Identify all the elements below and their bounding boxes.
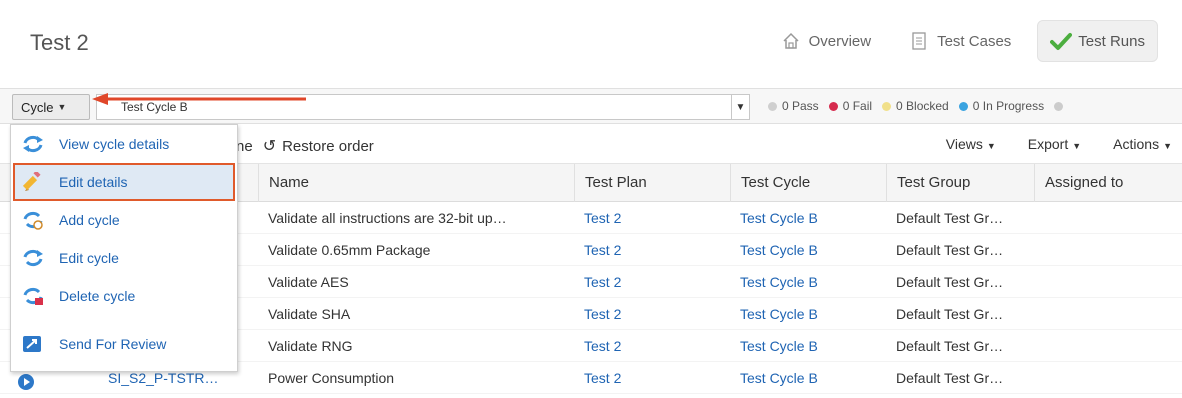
- cell-test-cycle[interactable]: Test Cycle B: [730, 330, 880, 362]
- cell-test-plan[interactable]: Test 2: [574, 330, 724, 362]
- menu-item-label: View cycle details: [59, 136, 170, 152]
- tab-overview[interactable]: Overview: [769, 20, 884, 62]
- status-fail: 0 Fail: [842, 99, 873, 113]
- fail-dot-icon: [828, 101, 838, 111]
- cell-test-plan[interactable]: Test 2: [574, 298, 724, 330]
- status-pass: 0 Pass: [782, 99, 819, 113]
- status-legend: 0 Pass 0 Fail 0 Blocked 0 In Progress: [768, 99, 1068, 113]
- menu-item-label: Delete cycle: [59, 288, 136, 304]
- view-tabs: Overview Test Cases Test Runs: [755, 18, 1158, 64]
- cell-test-group: Default Test Gr…: [896, 338, 1004, 354]
- cell-test-cycle[interactable]: Test Cycle B: [730, 202, 880, 234]
- menu-item-label: Edit cycle: [59, 250, 119, 266]
- menu-item-edit-cycle[interactable]: Edit cycle: [11, 239, 237, 277]
- status-blocked: 0 Blocked: [896, 99, 949, 113]
- cell-test-group: Default Test Gr…: [896, 242, 1004, 258]
- edit-cycle-icon: [21, 248, 45, 268]
- actions-button[interactable]: Actions ▼: [1097, 136, 1172, 152]
- menu-item-add-cycle[interactable]: Add cycle: [11, 201, 237, 239]
- cell-test-plan[interactable]: Test 2: [574, 362, 724, 394]
- column-header-name[interactable]: Name: [258, 164, 574, 202]
- more-dot-icon: [1054, 101, 1064, 111]
- toolbar-partial-text: ne: [236, 137, 253, 155]
- tab-test-runs[interactable]: Test Runs: [1037, 20, 1158, 62]
- refresh-cycle-icon: [21, 134, 45, 154]
- cell-test-group: Default Test Gr…: [896, 306, 1004, 322]
- menu-item-label: Add cycle: [59, 212, 120, 228]
- cell-test-cycle[interactable]: Test Cycle B: [730, 234, 880, 266]
- cell-name: Validate AES: [268, 274, 349, 290]
- blocked-dot-icon: [882, 101, 892, 111]
- menu-item-delete-cycle[interactable]: Delete cycle: [11, 277, 237, 315]
- cell-name: Validate SHA: [268, 306, 351, 322]
- views-button[interactable]: Views ▼: [930, 136, 996, 152]
- cell-test-plan[interactable]: Test 2: [574, 266, 724, 298]
- caret-down-icon: ▼: [986, 141, 996, 151]
- document-icon: [909, 31, 929, 51]
- tab-label: Overview: [808, 32, 872, 50]
- cell-test-plan[interactable]: Test 2: [574, 234, 724, 266]
- add-cycle-icon: [21, 210, 45, 230]
- tab-test-cases[interactable]: Test Cases: [897, 20, 1023, 62]
- cell-name: Power Consumption: [268, 370, 395, 386]
- restore-order-button[interactable]: ↺ Restore order: [263, 136, 374, 156]
- cell-name: Validate RNG: [268, 338, 353, 354]
- pencil-icon: [21, 170, 45, 192]
- chevron-down-icon[interactable]: ▼: [732, 94, 750, 120]
- send-review-icon: [21, 334, 45, 354]
- actions-label: Actions: [1113, 136, 1160, 152]
- delete-cycle-icon: [21, 286, 45, 306]
- caret-down-icon: ▼: [57, 102, 67, 112]
- menu-item-label: Send For Review: [59, 336, 167, 352]
- status-in-progress: 0 In Progress: [972, 99, 1045, 113]
- menu-item-view-cycle-details[interactable]: View cycle details: [11, 125, 237, 163]
- cycle-dropdown-button[interactable]: Cycle ▼: [12, 94, 90, 120]
- checkmark-icon: [1050, 31, 1073, 51]
- toolbar-left: ne ↺ Restore order: [236, 136, 374, 156]
- column-header-test-plan[interactable]: Test Plan: [574, 164, 730, 202]
- export-label: Export: [1027, 136, 1069, 152]
- pass-dot-icon: [768, 101, 777, 111]
- caret-down-icon: ▼: [1163, 141, 1172, 151]
- toolbar-right: Views ▼ Export ▼ Actions ▼: [914, 136, 1172, 152]
- cell-name: Validate all instructions are 32-bit up…: [268, 210, 507, 226]
- column-header-assigned-to[interactable]: Assigned to: [1034, 164, 1182, 202]
- undo-icon: ↺: [262, 138, 277, 155]
- cycle-button-label: Cycle: [21, 99, 54, 115]
- cell-test-plan[interactable]: Test 2: [574, 202, 724, 234]
- menu-item-label: Edit details: [59, 174, 128, 190]
- cell-name: Validate 0.65mm Package: [268, 242, 431, 258]
- column-header-test-cycle[interactable]: Test Cycle: [730, 164, 886, 202]
- column-header-test-group[interactable]: Test Group: [886, 164, 1034, 202]
- cell-test-cycle[interactable]: Test Cycle B: [730, 362, 880, 394]
- tab-label: Test Cases: [937, 32, 1012, 50]
- play-icon[interactable]: [18, 374, 34, 390]
- home-icon: [781, 31, 801, 51]
- cell-test-group: Default Test Gr…: [896, 210, 1004, 226]
- in-progress-dot-icon: [958, 101, 968, 111]
- page-title: Test 2: [30, 30, 89, 55]
- export-button[interactable]: Export ▼: [1012, 136, 1081, 152]
- cell-test-group: Default Test Gr…: [896, 274, 1004, 290]
- annotation-arrow: [92, 93, 306, 105]
- caret-down-icon: ▼: [1072, 141, 1082, 151]
- cycle-dropdown-menu: View cycle details Edit details Add cycl…: [10, 124, 238, 372]
- cell-test-cycle[interactable]: Test Cycle B: [730, 266, 880, 298]
- tab-label: Test Runs: [1078, 32, 1145, 50]
- cell-test-group: Default Test Gr…: [896, 370, 1004, 386]
- restore-order-label: Restore order: [282, 137, 374, 155]
- menu-item-edit-details[interactable]: Edit details: [13, 163, 235, 201]
- views-label: Views: [945, 136, 983, 152]
- cell-test-cycle[interactable]: Test Cycle B: [730, 298, 880, 330]
- page-header: Test 2 Overview Test Cases Test Runs: [0, 0, 1182, 84]
- menu-item-send-for-review[interactable]: Send For Review: [11, 325, 237, 363]
